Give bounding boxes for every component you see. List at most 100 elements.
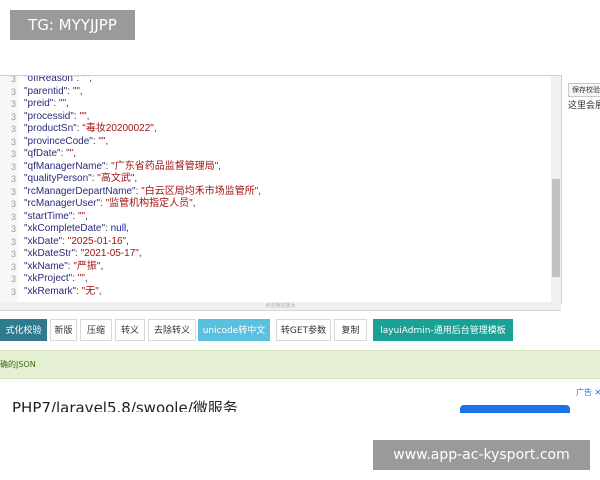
code-line[interactable]: 3 "qfManagerName": "广东省药品监督管理局", — [0, 161, 540, 174]
json-key: "xkName" — [24, 260, 68, 272]
save-validate-button[interactable]: 保存校验 — [568, 83, 600, 97]
ad-title-link[interactable]: PHP7/laravel5.8/swoole/微服务 — [12, 398, 238, 412]
code-text: "xkDate": "2025-01-16", — [24, 235, 129, 247]
line-number: 3 — [10, 199, 16, 209]
line-number: 3 — [10, 111, 16, 122]
code-line[interactable]: 3 "productSn": "毒妆20200022", — [0, 123, 540, 136]
line-number: 3 — [10, 99, 16, 109]
line-number: 3 — [10, 236, 16, 247]
unicode-to-chinese-button[interactable]: unicode转中文 — [198, 319, 270, 341]
code-text: "parentid": "", — [24, 85, 83, 97]
code-line[interactable]: 3 "xkProject": "", — [0, 273, 540, 286]
json-key: "xkDate" — [24, 235, 63, 247]
json-key: "xkDateStr" — [24, 248, 76, 259]
json-value: "监管机构指定人员" — [105, 198, 193, 209]
ad-badge[interactable]: 广告 ✕ — [576, 387, 600, 398]
json-value: "广东省药品监督管理局" — [111, 160, 219, 172]
json-key: "qfManagerName" — [24, 160, 106, 172]
code-text: "offReason": "", — [24, 75, 92, 84]
json-value: "严振" — [73, 260, 101, 272]
code-text: "qfDate": "", — [24, 148, 77, 159]
line-number: 3 — [10, 124, 16, 134]
json-value: "" — [79, 110, 87, 122]
editor-scroll-thumb[interactable] — [552, 179, 560, 277]
code-line[interactable]: 3 "startTime": "", — [0, 211, 540, 224]
code-text: "rcManagerUser": "监管机构指定人员", — [24, 198, 196, 209]
validation-status-bar: 确的JSON — [0, 350, 600, 379]
code-line[interactable]: 3 "provinceCode": "", — [0, 136, 540, 149]
unescape-button[interactable]: 去除转义 — [148, 319, 196, 341]
json-key: "preid" — [24, 98, 54, 109]
line-number: 3 — [10, 211, 16, 222]
json-value: "无" — [81, 285, 99, 297]
side-hint-text: 这里会展 — [568, 101, 600, 111]
code-line[interactable]: 3 "qfDate": "", — [0, 148, 540, 161]
code-line[interactable]: 3 "rcManagerUser": "监管机构指定人员", — [0, 198, 540, 211]
json-key: "provinceCode" — [24, 135, 93, 147]
code-line[interactable]: 3 "offReason": "", — [0, 75, 540, 86]
copy-button[interactable]: 复制 — [334, 319, 367, 341]
line-number: 3 — [10, 86, 16, 97]
line-number: 3 — [10, 224, 16, 234]
json-value: "2021-05-17" — [80, 248, 139, 259]
code-text: "qfManagerName": "广东省药品监督管理局", — [24, 160, 222, 172]
json-key: "processid" — [24, 110, 74, 122]
code-line[interactable]: 3 "xkDate": "2025-01-16", — [0, 236, 540, 249]
code-text: "startTime": "", — [24, 210, 88, 222]
json-key: "xkProject" — [24, 273, 73, 284]
escape-button[interactable]: 转义 — [115, 319, 145, 341]
json-editor[interactable]: 3 "offReason": "", 3 "parentid": "", 3 "preid… — [0, 75, 562, 304]
editor-scrollbar[interactable] — [551, 76, 561, 303]
ad-cta-button[interactable] — [460, 405, 570, 413]
compress-button[interactable]: 压缩 — [80, 319, 112, 341]
json-key: "startTime" — [24, 210, 73, 222]
code-line[interactable]: 3 "xkDateStr": "2021-05-17", — [0, 248, 540, 261]
format-validate-button[interactable]: 式化校验 — [0, 319, 47, 341]
watermark-top: TG: MYYJJPP — [10, 10, 135, 40]
code-text: "xkRemark": "无", — [24, 285, 102, 297]
line-number: 3 — [10, 75, 16, 84]
editor-resize-handle[interactable]: 点击拖动放大 — [0, 302, 561, 311]
code-line[interactable]: 3 "preid": "", — [0, 98, 540, 111]
json-key: "offReason" — [24, 75, 77, 84]
json-value: "2025-01-16" — [67, 235, 127, 247]
to-get-params-button[interactable]: 转GET参数 — [276, 319, 331, 341]
line-number: 3 — [10, 261, 16, 272]
line-number: 3 — [10, 186, 16, 197]
json-value: "毒妆20200022" — [82, 123, 154, 134]
watermark-bottom: www.app-ac-kysport.com — [373, 440, 590, 470]
new-version-button[interactable]: 新版 — [50, 319, 77, 341]
line-number: 3 — [10, 174, 16, 184]
json-value: null — [110, 223, 127, 234]
json-value: "" — [72, 85, 80, 97]
code-text: "rcManagerDepartName": "白云区局均禾市场监管所", — [24, 185, 262, 197]
json-key: "qfDate" — [24, 148, 61, 159]
code-text: "preid": "", — [24, 98, 69, 109]
code-text: "provinceCode": "", — [24, 135, 109, 147]
code-line[interactable]: 3 "xkRemark": "无", — [0, 286, 540, 299]
line-number: 3 — [10, 161, 16, 172]
json-key: "xkRemark" — [24, 285, 77, 297]
json-key: "qualityPerson" — [24, 173, 92, 184]
code-line[interactable]: 3 "xkCompleteDate": null, — [0, 223, 540, 236]
code-text: "xkDateStr": "2021-05-17", — [24, 248, 142, 259]
json-value: "" — [58, 98, 67, 109]
line-number: 3 — [10, 249, 16, 259]
code-line[interactable]: 3 "qualityPerson": "高文武", — [0, 173, 540, 186]
json-key: "productSn" — [24, 123, 77, 134]
line-number: 3 — [10, 274, 16, 284]
code-line[interactable]: 3 "parentid": "", — [0, 86, 540, 99]
layuiadmin-template-button[interactable]: layuiAdmin-通用后台管理模板 — [373, 319, 513, 341]
code-text: "qualityPerson": "高文武", — [24, 173, 138, 184]
json-value: "高文武" — [97, 173, 135, 184]
code-line[interactable]: 3 "xkName": "严振", — [0, 261, 540, 274]
json-key: "xkCompleteDate" — [24, 223, 106, 234]
code-text: "productSn": "毒妆20200022", — [24, 123, 157, 134]
json-key: "rcManagerDepartName" — [24, 185, 136, 197]
json-value: "" — [77, 273, 85, 284]
code-line[interactable]: 3 "rcManagerDepartName": "白云区局均禾市场监管所", — [0, 186, 540, 199]
line-number: 3 — [10, 149, 16, 159]
code-line[interactable]: 3 "processid": "", — [0, 111, 540, 124]
validation-message: 确的JSON — [0, 360, 36, 369]
line-number: 3 — [10, 286, 16, 297]
